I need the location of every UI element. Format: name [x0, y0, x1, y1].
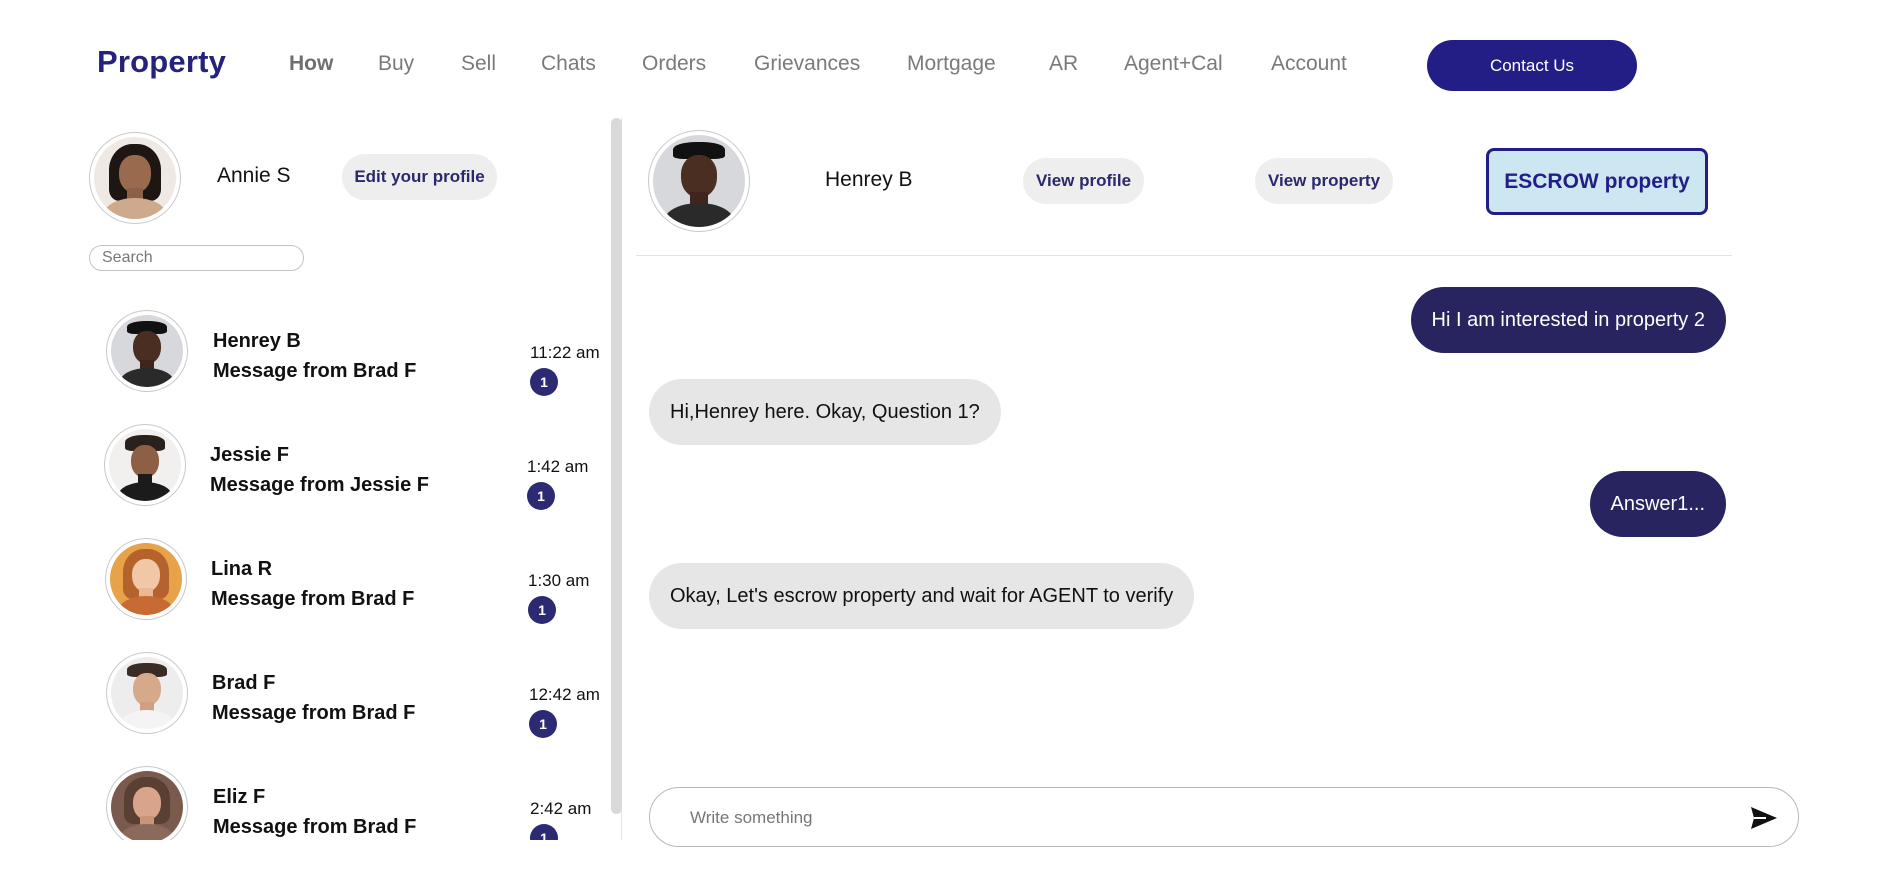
nav-item-ar[interactable]: AR: [1049, 52, 1078, 76]
contact-name: Jessie F: [210, 444, 289, 466]
nav-item-chats[interactable]: Chats: [541, 52, 596, 76]
contact-name: Lina R: [211, 558, 273, 580]
contact-time: 11:22 am: [530, 343, 600, 362]
contact-time: 1:30 am: [528, 571, 590, 590]
message-bubble-outgoing: Answer1...: [1589, 471, 1726, 537]
unread-badge: 1: [530, 824, 558, 840]
contact-item-henrey-b[interactable]: Henrey B Message from Brad F 11:22 am 1: [80, 306, 610, 420]
contact-name: Henrey B: [213, 330, 301, 352]
scrollbar-thumb[interactable]: [611, 118, 622, 814]
contact-last-message: Message from Brad F: [213, 816, 417, 838]
contact-us-button[interactable]: Contact Us: [1427, 40, 1637, 91]
chat-partner-name: Henrey B: [825, 168, 913, 191]
contact-last-message: Message from Brad F: [212, 702, 416, 724]
escrow-property-button[interactable]: ESCROW property: [1486, 148, 1708, 215]
brand-logo[interactable]: Property: [97, 44, 226, 80]
nav-item-agent-cal[interactable]: Agent+Cal: [1124, 52, 1223, 76]
unread-badge: 1: [529, 710, 557, 738]
contact-time: 2:42 am: [530, 799, 592, 818]
nav-item-mortgage[interactable]: Mortgage: [907, 52, 996, 76]
contact-item-lina-r[interactable]: Lina R Message from Brad F 1:30 am 1: [80, 534, 610, 648]
message-composer: [649, 787, 1799, 847]
chat-header-divider: [636, 255, 1732, 256]
nav-item-sell[interactable]: Sell: [461, 52, 496, 76]
contact-item-jessie-f[interactable]: Jessie F Message from Jessie F 1:42 am 1: [80, 420, 610, 534]
nav-item-orders[interactable]: Orders: [642, 52, 706, 76]
unread-badge: 1: [528, 596, 556, 624]
contact-item-brad-f[interactable]: Brad F Message from Brad F 12:42 am 1: [80, 648, 610, 762]
unread-badge: 1: [530, 368, 558, 396]
send-icon[interactable]: [1750, 806, 1778, 830]
contact-avatar: [106, 539, 186, 619]
edit-profile-button[interactable]: Edit your profile: [342, 154, 497, 200]
contact-avatar: [107, 767, 187, 840]
chat-partner-avatar[interactable]: [649, 131, 749, 231]
user-avatar[interactable]: [90, 133, 180, 223]
message-bubble-incoming: Okay, Let's escrow property and wait for…: [649, 563, 1195, 629]
contact-avatar: [107, 311, 187, 391]
search-input[interactable]: [89, 245, 304, 271]
contact-name: Brad F: [212, 672, 276, 694]
message-bubble-incoming: Hi,Henrey here. Okay, Question 1?: [649, 379, 1001, 445]
nav-item-grievances[interactable]: Grievances: [754, 52, 860, 76]
contact-avatar: [105, 425, 185, 505]
message-bubble-outgoing: Hi I am interested in property 2: [1410, 287, 1726, 353]
nav-item-how[interactable]: How: [289, 52, 333, 76]
nav-item-buy[interactable]: Buy: [378, 52, 414, 76]
user-name: Annie S: [217, 164, 291, 187]
contact-last-message: Message from Brad F: [211, 588, 415, 610]
contact-time: 12:42 am: [529, 685, 600, 704]
nav-item-account[interactable]: Account: [1271, 52, 1347, 76]
contact-last-message: Message from Jessie F: [210, 474, 429, 496]
unread-badge: 1: [527, 482, 555, 510]
message-input[interactable]: [688, 802, 1692, 834]
contact-list: Henrey B Message from Brad F 11:22 am 1 …: [80, 296, 610, 840]
contact-item-eliz-f[interactable]: Eliz F Message from Brad F 2:42 am 1: [80, 762, 610, 840]
view-profile-button[interactable]: View profile: [1023, 158, 1144, 204]
contact-name: Eliz F: [213, 786, 266, 808]
contact-avatar: [107, 653, 187, 733]
contact-time: 1:42 am: [527, 457, 589, 476]
view-property-button[interactable]: View property: [1255, 158, 1393, 204]
contact-last-message: Message from Brad F: [213, 360, 417, 382]
